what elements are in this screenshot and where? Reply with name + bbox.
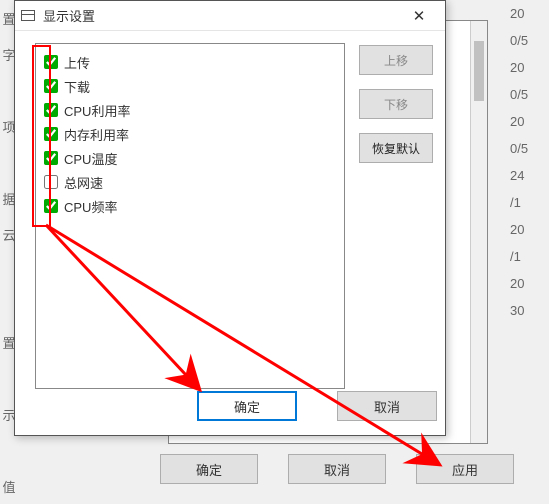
display-settings-dialog: 显示设置 ✕ 上传下载 CPU利用率内存利用率 CPU温度总网速 CPU频率 上移 下… [14, 0, 446, 436]
bg-left-fragment: 值 [0, 468, 18, 504]
parent-right-values: 200/5200/5200/524/120/12030 [506, 0, 549, 324]
bg-right-value: 0/5 [506, 81, 549, 108]
bg-right-value: 20 [506, 108, 549, 135]
bg-right-value: 20 [506, 270, 549, 297]
list-item-label: 上传 [64, 53, 90, 72]
list-item-label: CPU频率 [64, 197, 117, 216]
checkbox[interactable] [44, 127, 58, 141]
bg-right-value: /1 [506, 243, 549, 270]
checkbox[interactable] [44, 175, 58, 189]
bg-right-value: 20 [506, 216, 549, 243]
bg-right-value: 24 [506, 162, 549, 189]
bg-right-value: 0/5 [506, 27, 549, 54]
parent-buttons: 确定 取消 应用 [160, 454, 514, 484]
checkbox-list: 上传下载 CPU利用率内存利用率 CPU温度总网速 CPU频率 [35, 43, 345, 389]
list-item[interactable]: CPU利用率 [42, 98, 338, 122]
close-button[interactable]: ✕ [399, 2, 439, 30]
list-item-label: 下载 [64, 77, 90, 96]
bg-right-value: /1 [506, 189, 549, 216]
parent-cancel-button[interactable]: 取消 [288, 454, 386, 484]
bg-left-fragment [0, 432, 18, 468]
parent-ok-button[interactable]: 确定 [160, 454, 258, 484]
checkbox[interactable] [44, 151, 58, 165]
scrollbar[interactable] [470, 21, 487, 443]
window-icon [21, 10, 35, 21]
checkbox[interactable] [44, 55, 58, 69]
titlebar: 显示设置 ✕ [15, 1, 445, 31]
bg-right-value: 20 [506, 0, 549, 27]
ok-button[interactable]: 确定 [197, 391, 297, 421]
list-item[interactable]: CPU频率 [42, 194, 338, 218]
checkbox[interactable] [44, 79, 58, 93]
list-item[interactable]: 内存利用率 [42, 122, 338, 146]
list-item[interactable]: 下载 [42, 74, 338, 98]
list-item[interactable]: 总网速 [42, 170, 338, 194]
move-up-button[interactable]: 上移 [359, 45, 433, 75]
parent-apply-button[interactable]: 应用 [416, 454, 514, 484]
dialog-body: 上传下载CPU利用率内存利用率CPU温度总网速CPU频率 上移 下移 恢复默认 … [15, 31, 445, 435]
list-item-label: 内存利用率 [64, 125, 129, 144]
side-buttons: 上移 下移 恢复默认 [359, 45, 433, 163]
move-down-button[interactable]: 下移 [359, 89, 433, 119]
checkbox[interactable] [44, 199, 58, 213]
checkbox[interactable] [44, 103, 58, 117]
list-item-label: CPU温度 [64, 149, 117, 168]
dialog-bottom-buttons: 确定 取消 [197, 391, 437, 421]
restore-default-button[interactable]: 恢复默认 [359, 133, 433, 163]
cancel-button[interactable]: 取消 [337, 391, 437, 421]
bg-right-value: 30 [506, 297, 549, 324]
list-item-label: 总网速 [64, 173, 103, 192]
bg-right-value: 0/5 [506, 135, 549, 162]
bg-right-value: 20 [506, 54, 549, 81]
list-item-label: CPU利用率 [64, 101, 130, 120]
dialog-title: 显示设置 [43, 6, 95, 25]
scrollbar-thumb[interactable] [474, 41, 484, 101]
list-item[interactable]: 上传 [42, 50, 338, 74]
list-item[interactable]: CPU温度 [42, 146, 338, 170]
